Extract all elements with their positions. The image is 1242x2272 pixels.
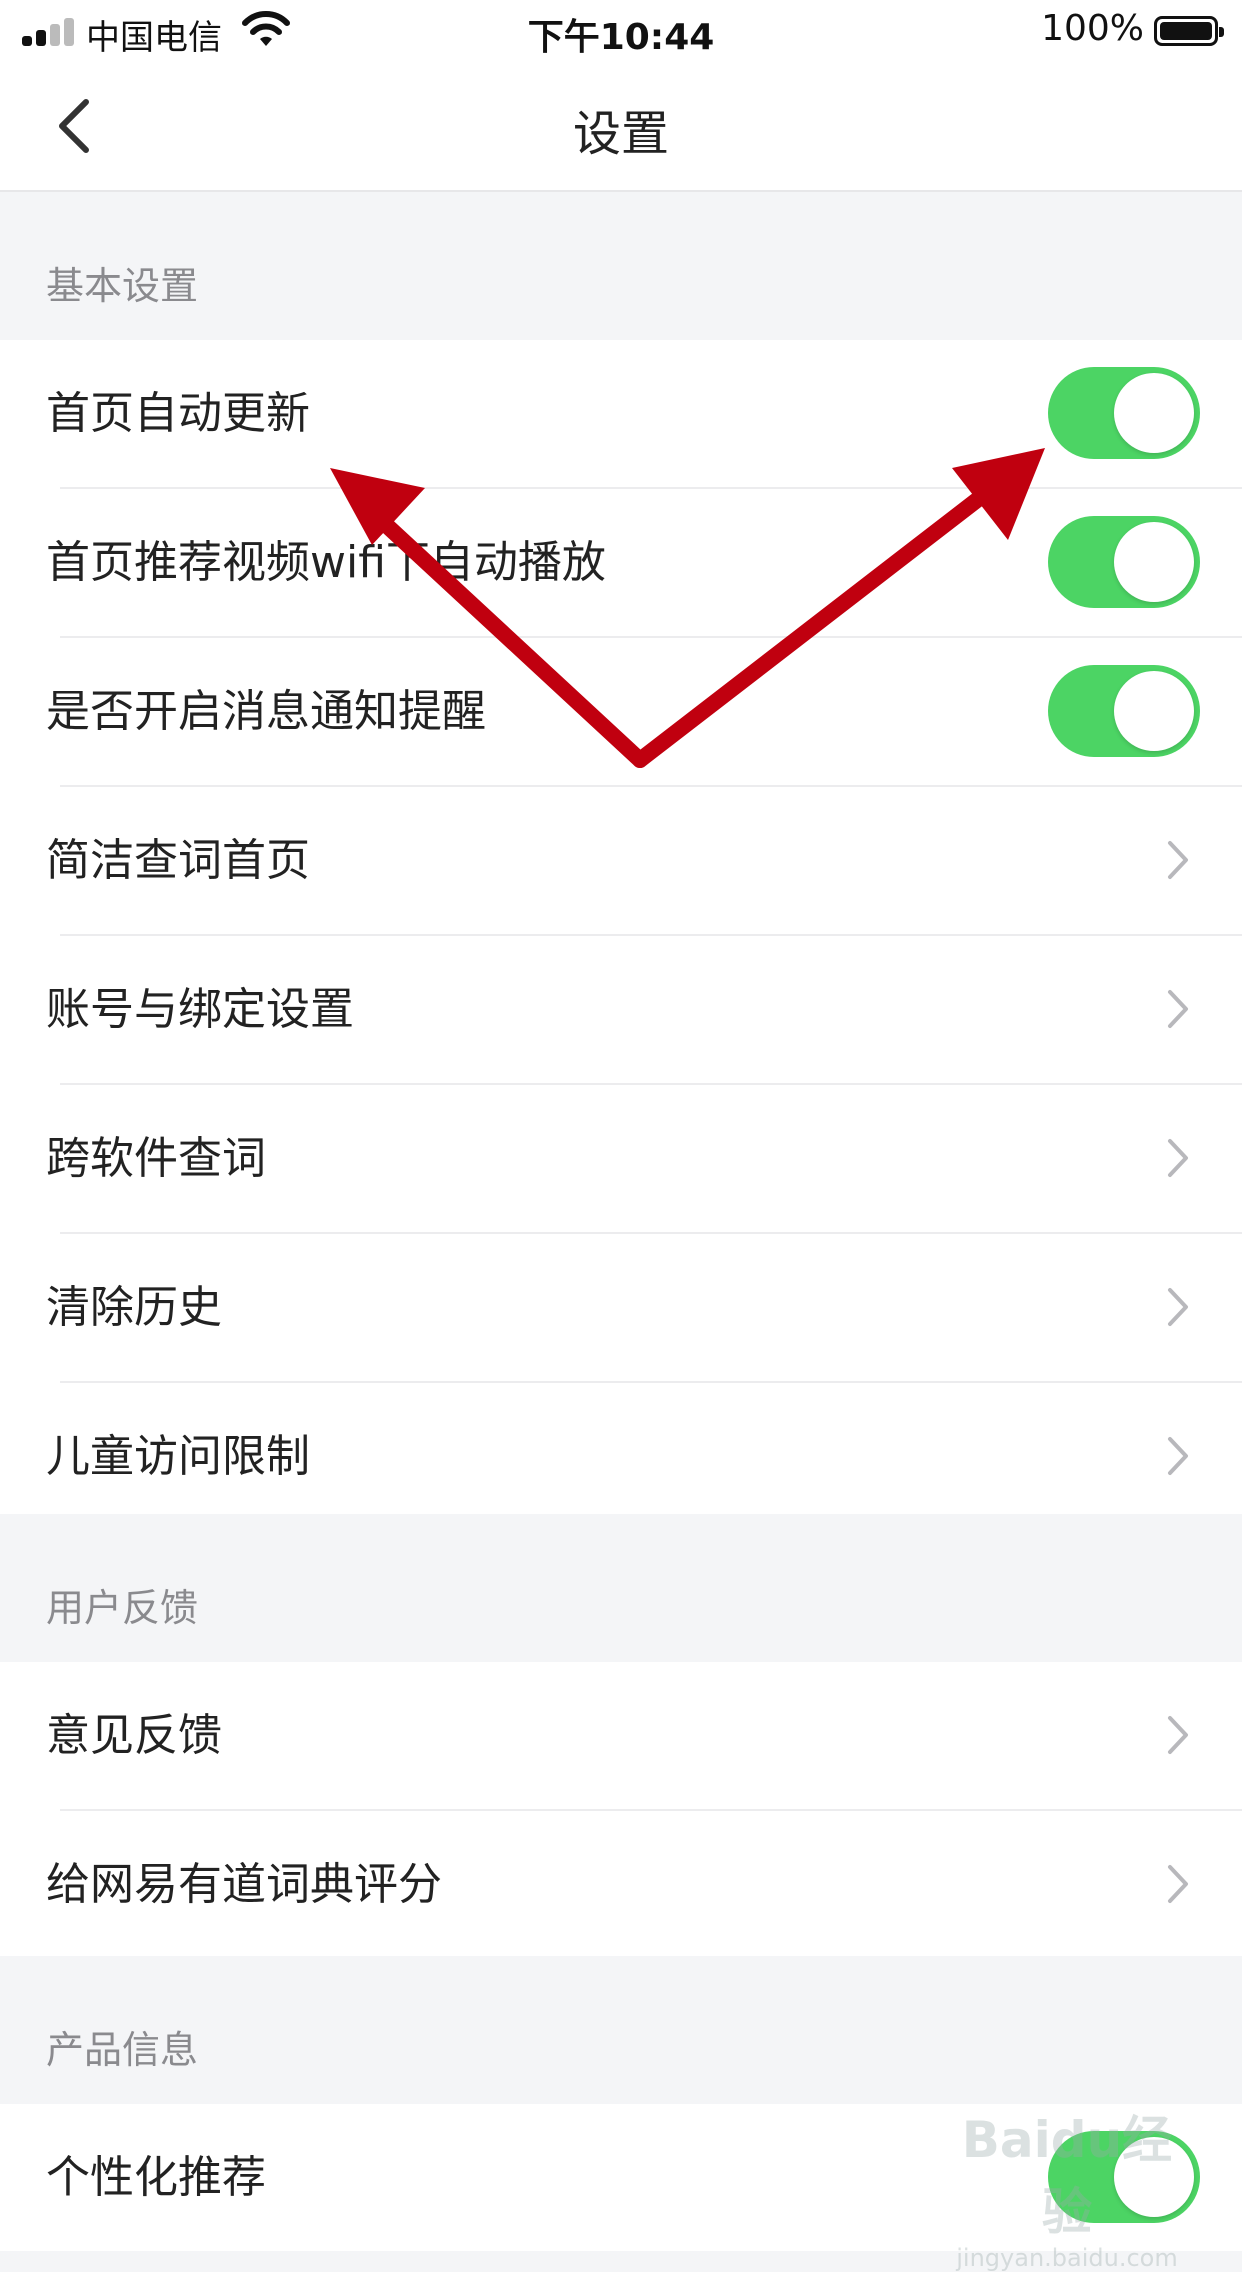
watermark-url: jingyan.baidu.com — [956, 2244, 1178, 2272]
watermark-logo: Baidu经验 — [961, 2111, 1173, 2241]
nav-bar: 设置 — [0, 64, 1242, 192]
chevron-right-icon — [1168, 841, 1188, 879]
setting-label: 儿童访问限制 — [46, 1431, 310, 1482]
setting-label: 账号与绑定设置 — [46, 984, 354, 1035]
section-title: 产品信息 — [46, 2028, 199, 2072]
setting-label: 跨软件查词 — [46, 1133, 266, 1184]
status-bar: 中国电信 下午10:44 100% — [0, 0, 1242, 64]
setting-row-rate-app[interactable]: 给网易有道词典评分 — [46, 1811, 1242, 1958]
page-title: 设置 — [572, 106, 669, 162]
setting-label: 首页推荐视频wifi下自动播放 — [46, 537, 606, 588]
setting-label: 给网易有道词典评分 — [46, 1859, 442, 1910]
setting-row-notifications[interactable]: 是否开启消息通知提醒 — [46, 638, 1242, 787]
section-header-feedback: 用户反馈 — [0, 1514, 1242, 1662]
chevron-right-icon — [1168, 1288, 1188, 1326]
setting-row-video-autoplay[interactable]: 首页推荐视频wifi下自动播放 — [46, 489, 1242, 638]
section-header-product: 产品信息 — [0, 1956, 1242, 2104]
setting-label: 简洁查词首页 — [46, 835, 310, 886]
setting-label: 个性化推荐 — [46, 2152, 266, 2203]
section-header-basic: 基本设置 — [0, 192, 1242, 340]
setting-row-clear-history[interactable]: 清除历史 — [46, 1234, 1242, 1383]
setting-label: 清除历史 — [46, 1282, 222, 1333]
setting-row-account-binding[interactable]: 账号与绑定设置 — [46, 936, 1242, 1085]
video-autoplay-toggle[interactable] — [1048, 516, 1200, 608]
chevron-right-icon — [1168, 1865, 1188, 1903]
setting-row-simple-home[interactable]: 简洁查词首页 — [46, 787, 1242, 936]
setting-label: 意见反馈 — [46, 1710, 222, 1761]
settings-group-feedback: 意见反馈 给网易有道词典评分 — [0, 1662, 1242, 1958]
battery-icon — [1154, 16, 1224, 46]
setting-row-home-auto-update[interactable]: 首页自动更新 — [46, 340, 1242, 489]
baidu-watermark: Baidu经验 jingyan.baidu.com — [952, 2100, 1182, 2272]
setting-label: 是否开启消息通知提醒 — [46, 686, 486, 737]
setting-row-feedback[interactable]: 意见反馈 — [46, 1662, 1242, 1811]
chevron-right-icon — [1168, 1716, 1188, 1754]
section-title: 用户反馈 — [46, 1586, 199, 1630]
section-title: 基本设置 — [46, 264, 199, 308]
chevron-right-icon — [1168, 990, 1188, 1028]
home-auto-update-toggle[interactable] — [1048, 367, 1200, 459]
setting-row-child-restriction[interactable]: 儿童访问限制 — [46, 1383, 1242, 1530]
battery-percent: 100% — [1041, 8, 1144, 49]
settings-group-basic: 首页自动更新 首页推荐视频wifi下自动播放 是否开启消息通知提醒 简洁查词首页… — [0, 340, 1242, 1530]
setting-row-cross-app-lookup[interactable]: 跨软件查词 — [46, 1085, 1242, 1234]
notifications-toggle[interactable] — [1048, 665, 1200, 757]
chevron-right-icon — [1168, 1437, 1188, 1475]
setting-label: 首页自动更新 — [46, 388, 310, 439]
chevron-right-icon — [1168, 1139, 1188, 1177]
